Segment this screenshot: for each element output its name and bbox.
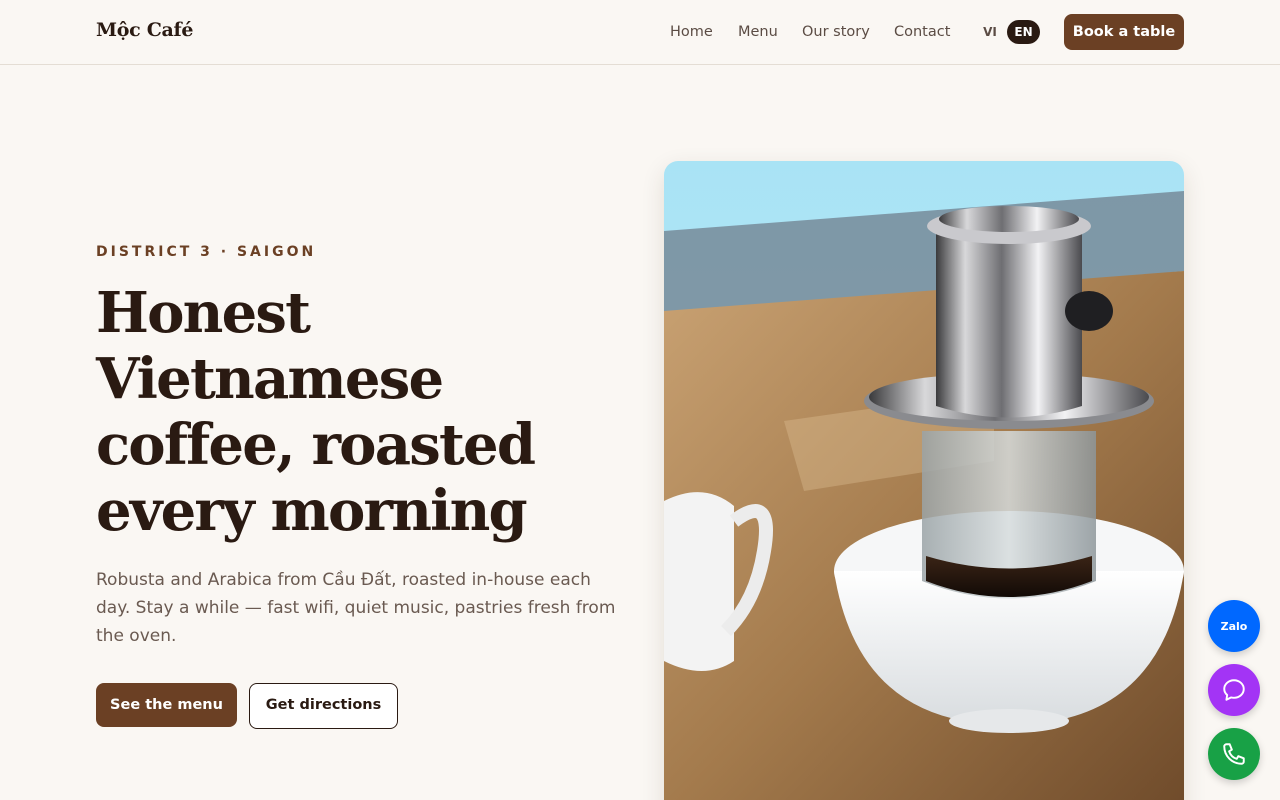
call-button[interactable] bbox=[1208, 728, 1260, 780]
site-header: Mộc Café Home Menu Our story Contact VI … bbox=[0, 0, 1280, 65]
messenger-button[interactable] bbox=[1208, 664, 1260, 716]
hero-coffee-photo bbox=[664, 161, 1184, 800]
get-directions-button[interactable]: Get directions bbox=[249, 683, 398, 729]
language-en-toggle[interactable]: EN bbox=[1007, 20, 1040, 44]
hero-description: Robusta and Arabica from Cầu Đất, roaste… bbox=[96, 570, 616, 646]
nav-contact[interactable]: Contact bbox=[894, 22, 950, 42]
phone-icon bbox=[1223, 743, 1245, 765]
nav-our-story[interactable]: Our story bbox=[802, 22, 870, 42]
nav-home[interactable]: Home bbox=[670, 22, 713, 42]
see-menu-button[interactable]: See the menu bbox=[96, 683, 237, 727]
chat-bubble-icon bbox=[1223, 679, 1245, 701]
zalo-label: Zalo bbox=[1220, 619, 1248, 633]
hero-eyebrow: DISTRICT 3 · SAIGON bbox=[96, 244, 317, 260]
nav-menu[interactable]: Menu bbox=[738, 22, 778, 42]
zalo-chat-button[interactable]: Zalo bbox=[1208, 600, 1260, 652]
language-vi-toggle[interactable]: VI bbox=[979, 21, 1001, 43]
book-table-button[interactable]: Book a table bbox=[1064, 14, 1184, 50]
hero-headline: Honest Vietnamese coffee, roasted every … bbox=[96, 280, 536, 544]
